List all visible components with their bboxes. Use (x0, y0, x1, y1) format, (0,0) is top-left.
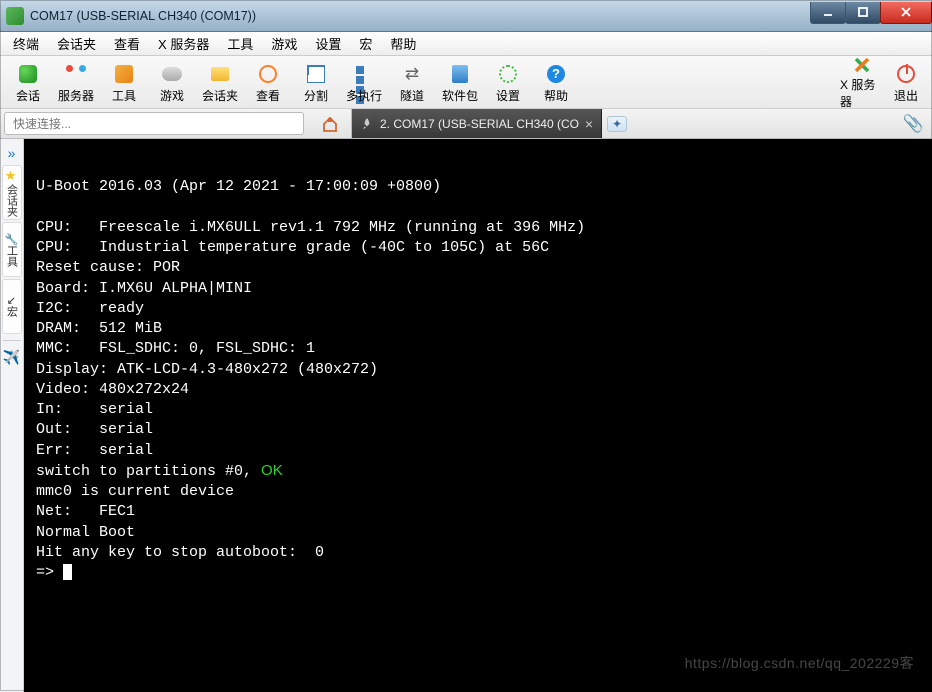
macro-icon: ↘ (5, 296, 18, 305)
menu-view[interactable]: 查看 (105, 31, 149, 56)
content-area: » ★会话夹 🔧工具 ↘宏 ✈️ U-Boot 2016.03 (Apr 12 … (0, 139, 932, 692)
view-icon (259, 65, 277, 83)
star-icon: ★ (4, 169, 19, 184)
split-icon (307, 65, 325, 83)
window-buttons (811, 2, 932, 24)
servers-label: 服务器 (58, 87, 94, 104)
wrench-icon: 🔧 (5, 232, 18, 245)
packages-icon (452, 65, 468, 83)
settings-button[interactable]: 设置 (484, 60, 532, 106)
help-icon: ? (547, 65, 565, 83)
menu-xserver[interactable]: X 服务器 (149, 31, 218, 56)
games-icon (162, 67, 182, 81)
games-label: 游戏 (160, 87, 184, 104)
sidebar-separator (3, 340, 21, 341)
tunnel-button[interactable]: ⇄ 隧道 (388, 60, 436, 106)
packages-label: 软件包 (442, 87, 478, 104)
left-sidebar: » ★会话夹 🔧工具 ↘宏 ✈️ (0, 139, 24, 692)
tab-com-active[interactable]: 2. COM17 (USB-SERIAL CH340 (CO × (352, 109, 602, 138)
sessions-folder-label: 会话夹 (202, 87, 238, 104)
menubar: 终端 会话夹 查看 X 服务器 工具 游戏 设置 宏 帮助 (0, 32, 932, 56)
terminal-output[interactable]: U-Boot 2016.03 (Apr 12 2021 - 17:00:09 +… (24, 139, 932, 692)
window-title: COM17 (USB-SERIAL CH340 (COM17)) (30, 9, 811, 23)
toolbar-main: 会话 服务器 工具 游戏 会话夹 查看 分割 多执行 ⇄ 隧道 软件包 设置 ? 帮… (0, 56, 584, 108)
exit-button[interactable]: 退出 (884, 60, 928, 106)
multiexec-label: 多执行 (346, 87, 382, 104)
exit-icon (897, 65, 915, 83)
menu-macros[interactable]: 宏 (350, 31, 381, 56)
maximize-button[interactable] (845, 2, 881, 24)
xserver-button[interactable]: X 服务器 (840, 60, 884, 106)
new-tab-area: ✦ (602, 109, 632, 138)
tab-close-icon[interactable]: × (585, 116, 593, 132)
new-tab-button[interactable]: ✦ (607, 116, 627, 132)
rocket-icon (360, 117, 374, 131)
menu-games[interactable]: 游戏 (262, 31, 306, 56)
tab-index: 2. (380, 117, 390, 131)
menu-terminal[interactable]: 终端 (4, 31, 48, 56)
home-tab[interactable] (308, 109, 352, 138)
toolbar: 会话 服务器 工具 游戏 会话夹 查看 分割 多执行 ⇄ 隧道 软件包 设置 ? 帮… (0, 56, 932, 109)
menu-help[interactable]: 帮助 (381, 31, 425, 56)
tunnel-label: 隧道 (400, 87, 424, 104)
quick-connect-input[interactable] (4, 112, 304, 135)
sidebar-expand-icon[interactable]: » (2, 143, 22, 163)
attachment-icon[interactable]: 📎 (903, 114, 924, 134)
help-label: 帮助 (544, 87, 568, 104)
session-button[interactable]: 会话 (4, 60, 52, 106)
settings-icon (499, 65, 517, 83)
xserver-label: X 服务器 (840, 76, 884, 110)
sidebar-send-icon[interactable]: ✈️ (2, 345, 22, 369)
app-icon (6, 7, 24, 25)
session-icon (19, 65, 37, 83)
titlebar: COM17 (USB-SERIAL CH340 (COM17)) (0, 0, 932, 32)
split-label: 分割 (304, 87, 328, 104)
tab-label: COM17 (USB-SERIAL CH340 (CO (393, 117, 579, 131)
xserver-icon (851, 56, 873, 74)
servers-button[interactable]: 服务器 (52, 60, 100, 106)
servers-icon (66, 65, 86, 83)
session-label: 会话 (16, 87, 40, 104)
sessions-folder-icon (211, 67, 229, 81)
help-button[interactable]: ? 帮助 (532, 60, 580, 106)
sidebar-sessions-label: 会话夹 (4, 184, 20, 217)
tools-button[interactable]: 工具 (100, 60, 148, 106)
packages-button[interactable]: 软件包 (436, 60, 484, 106)
close-button[interactable] (880, 2, 932, 24)
tunnel-icon: ⇄ (403, 65, 421, 83)
menu-settings[interactable]: 设置 (306, 31, 350, 56)
tools-icon (115, 65, 133, 83)
sidebar-tools-label: 工具 (4, 245, 20, 267)
minimize-button[interactable] (810, 2, 846, 24)
watermark: https://blog.csdn.net/qq_202229客 (685, 653, 914, 673)
menu-tools[interactable]: 工具 (218, 31, 262, 56)
menu-sessions[interactable]: 会话夹 (48, 31, 105, 56)
sidebar-item-sessions[interactable]: ★会话夹 (2, 165, 22, 220)
sidebar-item-macros[interactable]: ↘宏 (2, 279, 22, 334)
sidebar-item-tools[interactable]: 🔧工具 (2, 222, 22, 277)
view-label: 查看 (256, 87, 280, 104)
sessions-folder-button[interactable]: 会话夹 (196, 60, 244, 106)
multiexec-button[interactable]: 多执行 (340, 60, 388, 106)
split-button[interactable]: 分割 (292, 60, 340, 106)
toolbar-right: X 服务器 退出 (836, 56, 932, 108)
tab-row: 2. COM17 (USB-SERIAL CH340 (CO × ✦ 📎 (0, 109, 932, 139)
view-button[interactable]: 查看 (244, 60, 292, 106)
games-button[interactable]: 游戏 (148, 60, 196, 106)
sidebar-macros-label: 宏 (4, 306, 20, 317)
multiexec-icon (355, 65, 373, 83)
tools-label: 工具 (112, 87, 136, 104)
exit-label: 退出 (894, 87, 918, 104)
settings-label: 设置 (496, 87, 520, 104)
home-icon (321, 115, 339, 133)
